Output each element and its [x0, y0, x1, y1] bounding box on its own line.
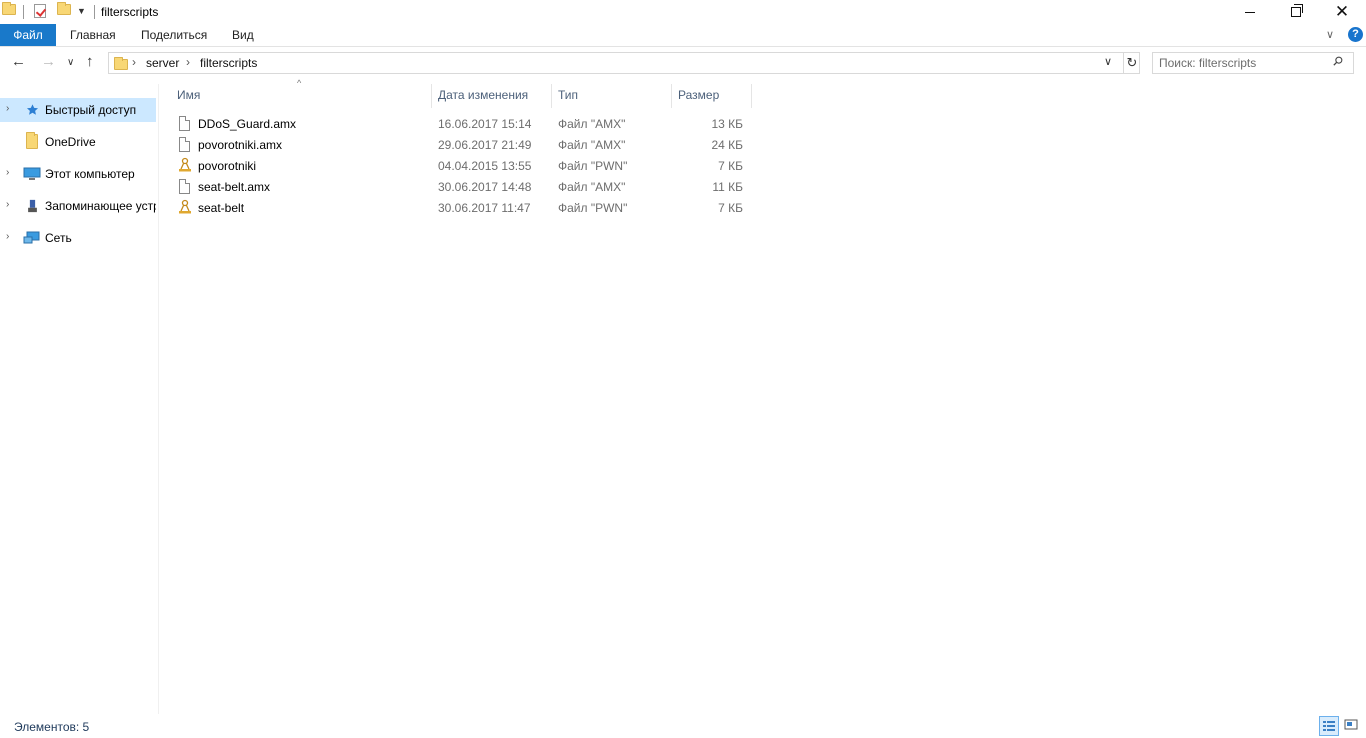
sidebar-item-label: OneDrive — [45, 135, 96, 149]
breadcrumb-separator[interactable]: › — [132, 55, 136, 69]
column-header-name[interactable]: Имя — [171, 84, 431, 108]
title-separator — [94, 5, 95, 19]
quick-access-folder-icon[interactable] — [2, 2, 16, 15]
file-type: Файл "PWN" — [558, 201, 628, 215]
up-arrow-icon[interactable]: ↑ — [86, 53, 94, 70]
file-date: 30.06.2017 14:48 — [438, 180, 532, 194]
properties-icon[interactable] — [34, 4, 46, 18]
file-name: povorotniki.amx — [198, 138, 283, 152]
file-row[interactable]: seat-belt.amx 30.06.2017 14:48 Файл "AMX… — [175, 176, 751, 197]
network-icon — [23, 231, 40, 244]
column-header-type[interactable]: Тип — [552, 84, 672, 108]
sidebar-item-label: Этот компьютер — [45, 167, 135, 181]
address-history-chevron-icon[interactable]: ∨ — [1104, 55, 1112, 68]
forward-arrow-icon[interactable]: → — [41, 53, 56, 70]
file-size: 13 КБ — [711, 117, 743, 131]
address-bar[interactable]: › server › filterscripts ∨ ↻ — [108, 52, 1140, 74]
usb-drive-icon — [28, 199, 37, 213]
search-icon[interactable] — [1333, 56, 1343, 66]
file-row[interactable]: DDoS_Guard.amx 16.06.2017 15:14 Файл "AM… — [175, 113, 751, 134]
file-name: povorotniki — [198, 159, 257, 173]
file-name: DDoS_Guard.amx — [198, 117, 297, 131]
file-date: 04.04.2015 13:55 — [438, 159, 532, 173]
file-name: seat-belt — [198, 201, 245, 215]
file-date: 29.06.2017 21:49 — [438, 138, 532, 152]
sidebar-item-label: Сеть — [45, 231, 72, 245]
file-type: Файл "PWN" — [558, 159, 628, 173]
tab-share[interactable]: Поделиться — [141, 24, 207, 46]
folder-icon — [26, 132, 41, 149]
ribbon: Файл Главная Поделиться Вид ∨ — [0, 24, 1366, 47]
close-button[interactable]: ✕ — [1319, 0, 1365, 24]
details-view-icon — [1323, 721, 1335, 731]
recent-locations-chevron-icon[interactable]: ∨ — [67, 57, 74, 68]
minimize-button[interactable] — [1227, 0, 1273, 24]
breadcrumb-separator[interactable]: › — [186, 55, 190, 69]
details-view-button[interactable] — [1319, 716, 1339, 736]
search-input[interactable] — [1159, 55, 1329, 71]
sidebar-item-this-pc[interactable]: › Этот компьютер — [0, 162, 156, 186]
help-icon[interactable]: ? — [1348, 27, 1363, 42]
column-divider[interactable] — [751, 84, 752, 108]
sidebar-item-storage-device[interactable]: › Запоминающее устройство — [0, 194, 156, 218]
file-size: 7 КБ — [718, 159, 743, 173]
sidebar-item-network[interactable]: › Сеть — [0, 226, 156, 250]
star-icon — [26, 104, 39, 115]
file-row[interactable]: povorotniki.amx 29.06.2017 21:49 Файл "A… — [175, 134, 751, 155]
file-size: 7 КБ — [718, 201, 743, 215]
status-item-count: Элементов: 5 — [14, 720, 90, 734]
column-header-date[interactable]: Дата изменения — [432, 84, 552, 108]
file-date: 16.06.2017 15:14 — [438, 117, 532, 131]
expand-chevron-icon[interactable]: › — [6, 199, 9, 210]
file-icon — [179, 179, 190, 194]
sidebar-item-quick-access[interactable]: › Быстрый доступ — [0, 98, 156, 122]
expand-ribbon-chevron-icon[interactable]: ∨ — [1326, 28, 1334, 41]
navigation-pane: › Быстрый доступ OneDrive › Этот компьют… — [0, 84, 159, 714]
file-row[interactable]: povorotniki 04.04.2015 13:55 Файл "PWN" … — [175, 155, 751, 176]
expand-chevron-icon[interactable]: › — [6, 167, 9, 178]
pawn-icon — [179, 199, 191, 214]
expand-chevron-icon[interactable]: › — [6, 231, 9, 242]
search-box[interactable] — [1152, 52, 1354, 74]
file-type: Файл "AMX" — [558, 138, 626, 152]
new-folder-icon[interactable] — [57, 2, 71, 15]
file-icon — [179, 137, 190, 152]
sidebar-item-label: Запоминающее устройство — [45, 199, 156, 213]
expand-chevron-icon[interactable]: › — [6, 103, 9, 114]
sidebar-item-onedrive[interactable]: OneDrive — [0, 130, 156, 154]
tab-file[interactable]: Файл — [0, 24, 56, 46]
tab-home[interactable]: Главная — [70, 24, 116, 46]
breadcrumb-filterscripts[interactable]: filterscripts — [200, 56, 257, 70]
refresh-icon[interactable]: ↻ — [1123, 53, 1140, 73]
file-icon — [179, 116, 190, 131]
window-title: filterscripts — [101, 5, 159, 19]
breadcrumb-server[interactable]: server — [146, 56, 179, 70]
file-type: Файл "AMX" — [558, 117, 626, 131]
file-size: 24 КБ — [711, 138, 743, 152]
file-size: 11 КБ — [712, 180, 743, 194]
sidebar-item-label: Быстрый доступ — [45, 103, 137, 117]
pawn-icon — [179, 157, 191, 172]
restore-button[interactable] — [1273, 0, 1319, 24]
computer-icon — [23, 167, 41, 180]
title-bar: ▼ filterscripts ✕ — [0, 0, 1366, 24]
file-date: 30.06.2017 11:47 — [438, 201, 531, 215]
large-icons-view-icon — [1344, 719, 1358, 730]
back-arrow-icon[interactable]: ← — [11, 53, 26, 70]
column-header-size[interactable]: Размер — [672, 84, 752, 108]
customize-toolbar-icon[interactable]: ▼ — [77, 6, 86, 16]
file-row[interactable]: seat-belt 30.06.2017 11:47 Файл "PWN" 7 … — [175, 197, 751, 218]
file-name: seat-belt.amx — [198, 180, 271, 194]
file-type: Файл "AMX" — [558, 180, 626, 194]
large-icons-view-button[interactable] — [1342, 716, 1362, 736]
address-folder-icon — [114, 57, 128, 70]
tab-view[interactable]: Вид — [232, 24, 254, 46]
quick-access-separator — [23, 5, 24, 19]
